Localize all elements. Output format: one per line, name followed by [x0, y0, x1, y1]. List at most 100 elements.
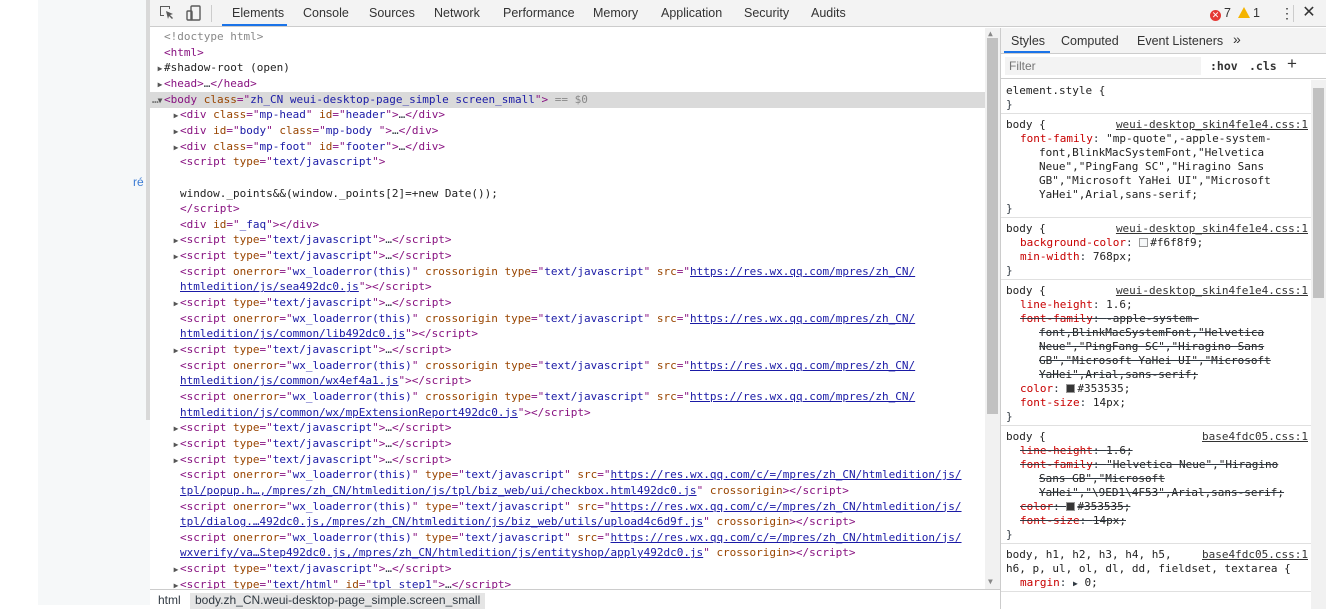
- tab-network[interactable]: Network: [434, 6, 480, 20]
- dom-node-line[interactable]: ▶ <div id="body" class="mp-body ">…</div>: [150, 123, 985, 139]
- dom-node-line[interactable]: <div id="_faq"></div>: [150, 217, 985, 233]
- tab-sources[interactable]: Sources: [369, 6, 415, 20]
- expand-arrow-icon[interactable]: ▶: [172, 108, 180, 124]
- dom-node-line[interactable]: <script onerror="wx_loaderror(this)" cro…: [150, 311, 985, 327]
- expand-arrow-icon[interactable]: ▶: [172, 437, 180, 453]
- style-property: color: #353535;: [1020, 500, 1131, 513]
- dom-node-line[interactable]: ▶ <div class="mp-foot" id="footer">…</div…: [150, 139, 985, 155]
- expand-arrow-icon[interactable]: ▶: [172, 343, 180, 359]
- dom-node-markup: htmledition/js/sea492dc0.js"></script>: [180, 280, 432, 294]
- styles-pane-tabs: Styles Computed Event Listeners »: [1001, 28, 1326, 54]
- scroll-up-arrow-icon[interactable]: ▲: [988, 29, 993, 38]
- dom-node-line[interactable]: <script onerror="wx_loaderror(this)" cro…: [150, 389, 985, 405]
- dom-node-line[interactable]: ▶ <script type="text/javascript">…</scrip…: [150, 295, 985, 311]
- dom-node-line[interactable]: <script type="text/javascript">: [150, 154, 985, 170]
- tab-computed[interactable]: Computed: [1061, 34, 1119, 48]
- rule-source-link[interactable]: base4fdc05.css:1: [1202, 430, 1308, 443]
- dom-node-line[interactable]: <script onerror="wx_loaderror(this)" typ…: [150, 530, 985, 546]
- dom-node-line[interactable]: ▶ <script type="text/javascript">…</scrip…: [150, 452, 985, 468]
- dom-node-line[interactable]: <script onerror="wx_loaderror(this)" cro…: [150, 264, 985, 280]
- issue-counters[interactable]: ✕ 7 1: [1210, 6, 1260, 21]
- styles-scrollbar-thumb[interactable]: [1313, 88, 1324, 298]
- dom-node-line[interactable]: ▶ <div class="mp-head" id="header">…</div…: [150, 107, 985, 123]
- cls-toggle[interactable]: .cls: [1249, 59, 1277, 73]
- styles-filter-bar: :hov .cls +: [1001, 54, 1326, 79]
- rule-selector-cont: h6, p, ul, ol, dl, dd, fieldset, textare…: [1006, 562, 1291, 575]
- expand-arrow-icon[interactable]: ▶: [172, 249, 180, 265]
- style-property: line-height: 1.6;: [1020, 298, 1133, 311]
- rule-source-link[interactable]: weui-desktop_skin4fe1e4.css:1: [1116, 284, 1308, 297]
- dom-node-line[interactable]: <script onerror="wx_loaderror(this)" typ…: [150, 499, 985, 515]
- expand-arrow-icon[interactable]: ▶: [172, 233, 180, 249]
- toolbar-divider-right: [1293, 5, 1294, 22]
- expand-arrow-icon[interactable]: ▶: [172, 562, 180, 578]
- dom-node-line[interactable]: ▶ <script type="text/javascript">…</scrip…: [150, 561, 985, 577]
- expand-arrow-icon[interactable]: ▶: [172, 140, 180, 156]
- styles-filter-input[interactable]: [1005, 57, 1201, 75]
- tab-application[interactable]: Application: [661, 6, 722, 20]
- dom-node-line[interactable]: htmledition/js/common/lib492dc0.js"></sc…: [150, 326, 985, 342]
- dom-node-line[interactable]: ▶ <script type="text/javascript">…</scrip…: [150, 232, 985, 248]
- dom-node-line[interactable]: ▶ #shadow-root (open): [150, 60, 985, 76]
- dom-node-selected[interactable]: ▼ <body class="zh_CN weui-desktop-page_si…: [150, 91, 985, 108]
- dom-node-line[interactable]: tpl/popup.h…,/mpres/zh_CN/htmledition/js…: [150, 483, 985, 499]
- tab-event-listeners[interactable]: Event Listeners: [1137, 34, 1223, 48]
- rule-source-link[interactable]: weui-desktop_skin4fe1e4.css:1: [1116, 118, 1308, 131]
- more-options-icon[interactable]: ⋮: [1280, 4, 1294, 22]
- rule-selector: body {: [1006, 430, 1046, 443]
- tab-elements[interactable]: Elements: [232, 6, 284, 20]
- breadcrumb-html[interactable]: html: [153, 593, 186, 607]
- devtools-toolbar: Elements Console Sources Network Performance…: [150, 0, 1326, 27]
- dom-node-line[interactable]: window._points&&(window._points[2]=+new …: [150, 186, 985, 202]
- dom-node-line[interactable]: tpl/dialog.…492dc0.js,/mpres/zh_CN/htmle…: [150, 514, 985, 530]
- dom-node-line[interactable]: [150, 170, 985, 186]
- node-actions-ellipsis[interactable]: …: [152, 92, 159, 108]
- tab-audits[interactable]: Audits: [811, 6, 846, 20]
- tab-security[interactable]: Security: [744, 6, 789, 20]
- dom-node-line[interactable]: <script onerror="wx_loaderror(this)" typ…: [150, 467, 985, 483]
- dom-node-markup: <!doctype html>: [164, 30, 264, 43]
- expand-arrow-icon[interactable]: ▶: [172, 453, 180, 469]
- dom-node-line[interactable]: </script>: [150, 201, 985, 217]
- elements-scrollbar-thumb[interactable]: [987, 38, 998, 414]
- inspect-element-icon[interactable]: [158, 4, 176, 22]
- dom-node-line[interactable]: htmledition/js/common/wx4ef4a1.js"></scr…: [150, 373, 985, 389]
- tab-memory[interactable]: Memory: [593, 6, 638, 20]
- expand-arrow-icon[interactable]: ▶: [172, 124, 180, 140]
- dom-node-line[interactable]: ▶ <script type="text/javascript">…</scrip…: [150, 248, 985, 264]
- selected-node-marker: == $0: [548, 92, 588, 106]
- dom-node-line[interactable]: ▶ <script type="text/javascript">…</scrip…: [150, 342, 985, 358]
- expand-arrow-icon[interactable]: ▶: [172, 421, 180, 437]
- more-tabs-icon[interactable]: »: [1233, 31, 1241, 47]
- expand-arrow-icon[interactable]: ▶: [156, 61, 164, 77]
- active-styles-tab-indicator: [1004, 51, 1050, 53]
- dom-node-line[interactable]: ▶ <script type="text/javascript">…</scrip…: [150, 420, 985, 436]
- rule-source-link[interactable]: weui-desktop_skin4fe1e4.css:1: [1116, 222, 1308, 235]
- tab-console[interactable]: Console: [303, 6, 349, 20]
- rule-source-link[interactable]: base4fdc05.css:1: [1202, 548, 1308, 561]
- expand-arrow-icon[interactable]: ▶: [172, 296, 180, 312]
- dom-node-markup: <script onerror="wx_loaderror(this)" typ…: [180, 530, 962, 544]
- device-toolbar-icon[interactable]: [185, 4, 203, 22]
- style-property-cont: Sans GB","Microsoft: [1039, 472, 1165, 485]
- style-rules: element.style {} body {weui-desktop_skin4…: [1001, 80, 1311, 609]
- dom-node-line[interactable]: <script onerror="wx_loaderror(this)" cro…: [150, 358, 985, 374]
- dom-node-line[interactable]: htmledition/js/sea492dc0.js"></script>: [150, 279, 985, 295]
- new-rule-plus-icon[interactable]: +: [1287, 54, 1297, 74]
- expand-arrow-icon[interactable]: ▶: [156, 77, 164, 93]
- dom-node-line[interactable]: <html>: [150, 45, 985, 61]
- dom-node-line[interactable]: wxverify/va…Step492dc0.js,/mpres/zh_CN/h…: [150, 545, 985, 561]
- scroll-down-arrow-icon[interactable]: ▼: [988, 577, 993, 586]
- tab-performance[interactable]: Performance: [503, 6, 575, 20]
- hov-toggle[interactable]: :hov: [1210, 59, 1238, 73]
- dom-node-line[interactable]: ▶ <script type="text/javascript">…</scrip…: [150, 436, 985, 452]
- dom-node-line[interactable]: <!doctype html>: [150, 29, 985, 45]
- dom-node-markup: <head>…</head>: [164, 76, 257, 90]
- tab-styles[interactable]: Styles: [1011, 34, 1045, 48]
- breadcrumb-body[interactable]: body.zh_CN.weui-desktop-page_simple.scre…: [190, 593, 486, 609]
- dom-node-line[interactable]: htmledition/js/common/wx/mpExtensionRepo…: [150, 405, 985, 421]
- close-devtools-icon[interactable]: ✕: [1300, 3, 1318, 23]
- dom-node-line[interactable]: ▶ <head>…</head>: [150, 76, 985, 92]
- dom-node-line[interactable]: ▶ <script type="text/html" id="tpl_step1"…: [150, 577, 985, 590]
- dom-node-markup: <script onerror="wx_loaderror(this)" cro…: [180, 311, 916, 325]
